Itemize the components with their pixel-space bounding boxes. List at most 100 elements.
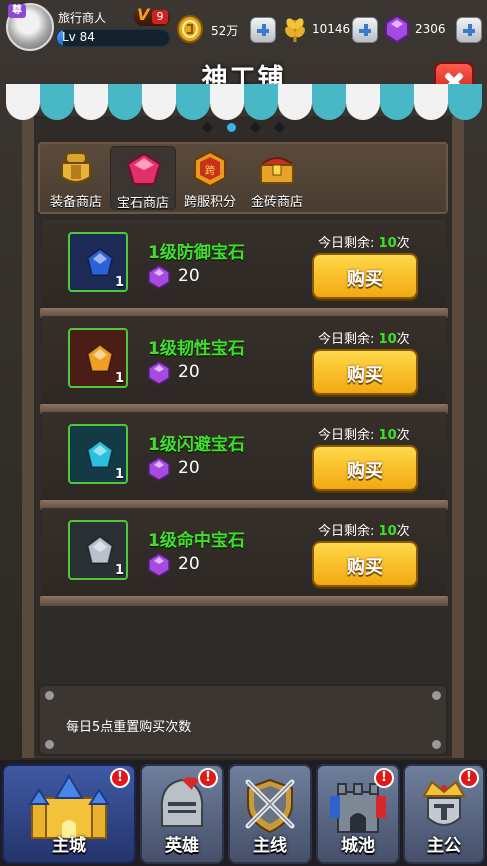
remaining-label: 今日剩余: xyxy=(318,428,375,443)
shop-awning xyxy=(6,84,482,120)
item-price: 20 xyxy=(178,266,200,286)
shop-item-row: 1 1级命中宝石 20 今日剩余: 10次 购买 xyxy=(42,508,446,596)
gem-value: 2306 xyxy=(415,22,446,36)
vip-v-icon: V xyxy=(137,5,150,24)
rivet xyxy=(45,740,54,749)
awning-stripe xyxy=(6,84,40,120)
nav-main-quest[interactable]: 主线 xyxy=(228,764,312,864)
awning-stripe xyxy=(346,84,380,120)
item-price: 20 xyxy=(178,458,200,478)
nav-label: 主线 xyxy=(253,836,287,856)
tab-label: 金砖商店 xyxy=(250,195,303,210)
daily-remaining: 今日剩余: 10次 xyxy=(318,424,410,443)
rivet xyxy=(432,691,441,700)
notification-badge: ! xyxy=(459,768,479,788)
purple-gem-icon xyxy=(148,265,170,289)
notification-badge: ! xyxy=(374,768,394,788)
purple-gem-icon xyxy=(385,14,409,44)
item-name: 1级命中宝石 xyxy=(148,531,245,551)
item-price: 20 xyxy=(178,554,200,574)
awning-stripe xyxy=(448,84,482,120)
item-count: 1 xyxy=(114,275,124,290)
remaining-unit: 次 xyxy=(396,236,410,251)
buy-label: 购买 xyxy=(347,269,383,290)
nav-main-city[interactable]: 主城 ! xyxy=(2,764,136,864)
top-bar: 尊 旅行商人 V 9 Lv 84 52万 10146 2306 xyxy=(0,0,487,58)
daily-remaining: 今日剩余: 10次 xyxy=(318,232,410,251)
item-icon-frame[interactable]: 1 xyxy=(68,328,128,388)
nav-label: 主城 xyxy=(52,836,86,856)
armor-icon xyxy=(61,152,91,183)
player-name: 旅行商人 xyxy=(58,11,107,25)
buy-label: 购买 xyxy=(347,557,383,578)
tab-gold-brick-shop[interactable]: 金砖商店 xyxy=(244,146,310,210)
shop-item-row: 1 1级防御宝石 20 今日剩余: 10次 购买 xyxy=(42,220,446,308)
gem-icon xyxy=(87,344,113,372)
page-dot[interactable] xyxy=(275,123,284,132)
shelf-plank xyxy=(40,596,448,606)
gem-icon xyxy=(87,248,113,276)
buy-button[interactable]: 购买 xyxy=(312,253,418,299)
add-wheat-button[interactable] xyxy=(352,17,378,43)
item-count: 1 xyxy=(114,371,124,386)
purple-gem-icon xyxy=(148,553,170,577)
nav-label: 主公 xyxy=(427,836,461,856)
vip-tag: 尊 xyxy=(8,4,26,18)
awning-stripe xyxy=(142,84,176,120)
notice-panel: 每日5点重置购买次数 xyxy=(38,684,448,756)
crossed-swords-shield-icon xyxy=(245,778,295,834)
item-icon-frame[interactable]: 1 xyxy=(68,520,128,580)
shop-item-row: 1 1级韧性宝石 20 今日剩余: 10次 购买 xyxy=(42,316,446,404)
cross-server-medal-icon: 跨 xyxy=(194,151,226,187)
nav-city-pool[interactable]: 城池 ! xyxy=(316,764,400,864)
page-dot[interactable] xyxy=(227,123,236,132)
buy-button[interactable]: 购买 xyxy=(312,541,418,587)
page-dot[interactable] xyxy=(251,123,260,132)
gem-icon xyxy=(87,440,113,468)
reset-notice: 每日5点重置购买次数 xyxy=(66,720,192,735)
item-price: 20 xyxy=(178,362,200,382)
add-gem-button[interactable] xyxy=(456,17,482,43)
gold-value: 52万 xyxy=(211,24,239,38)
awning-stripe xyxy=(210,84,244,120)
awning-stripe xyxy=(176,84,210,120)
remaining-count: 10 xyxy=(378,332,397,347)
nav-label: 英雄 xyxy=(165,836,199,856)
awning-stripe xyxy=(380,84,414,120)
nav-lord[interactable]: 主公 ! xyxy=(403,764,485,864)
item-icon-frame[interactable]: 1 xyxy=(68,424,128,484)
buy-button[interactable]: 购买 xyxy=(312,349,418,395)
remaining-label: 今日剩余: xyxy=(318,236,375,251)
remaining-unit: 次 xyxy=(396,524,410,539)
player-level: Lv 84 xyxy=(62,30,95,44)
remaining-count: 10 xyxy=(378,524,397,539)
buy-label: 购买 xyxy=(347,365,383,386)
tab-gem-shop[interactable]: 宝石商店 xyxy=(110,146,176,211)
remaining-label: 今日剩余: xyxy=(318,524,375,539)
buy-button[interactable]: 购买 xyxy=(312,445,418,491)
item-name: 1级防御宝石 xyxy=(148,243,245,263)
item-name: 1级韧性宝石 xyxy=(148,339,245,359)
tab-equipment-shop[interactable]: 装备商店 xyxy=(43,146,109,210)
treasure-chest-icon xyxy=(258,157,296,184)
page-dot[interactable] xyxy=(203,123,212,132)
rivet xyxy=(432,740,441,749)
remaining-count: 10 xyxy=(378,428,397,443)
add-gold-button[interactable] xyxy=(250,17,276,43)
daily-remaining: 今日剩余: 10次 xyxy=(318,328,410,347)
gold-coin-icon xyxy=(177,15,203,43)
item-icon-frame[interactable]: 1 xyxy=(68,232,128,292)
wheat-icon xyxy=(285,18,305,42)
red-gem-icon xyxy=(126,152,162,185)
item-name: 1级闪避宝石 xyxy=(148,435,245,455)
svg-text:跨: 跨 xyxy=(205,165,215,177)
purple-gem-icon xyxy=(148,457,170,481)
tab-cross-server-points[interactable]: 跨 跨服积分 xyxy=(177,146,243,210)
notification-badge: ! xyxy=(198,768,218,788)
remaining-unit: 次 xyxy=(396,332,410,347)
nav-heroes[interactable]: 英雄 ! xyxy=(140,764,224,864)
remaining-count: 10 xyxy=(378,236,397,251)
awning-stripe xyxy=(40,84,74,120)
awning-stripe xyxy=(108,84,142,120)
notification-badge: ! xyxy=(110,768,130,788)
